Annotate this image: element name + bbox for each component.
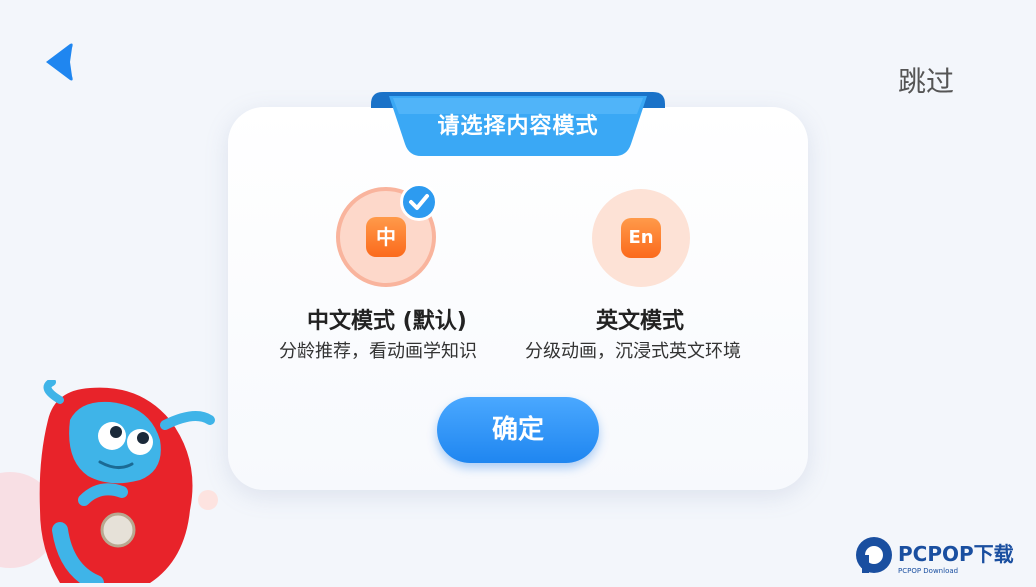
option-english-description: 分级动画，沉浸式英文环境 xyxy=(525,341,741,362)
dialog-title-ribbon: 请选择内容模式 xyxy=(369,90,667,158)
english-badge-icon: En xyxy=(621,218,661,258)
watermark-subtext: PCPOP Download xyxy=(898,567,958,575)
confirm-button[interactable]: 确定 xyxy=(437,397,599,463)
selected-check-icon xyxy=(400,183,438,221)
option-english-title: 英文模式 xyxy=(596,309,685,334)
back-arrow-icon xyxy=(46,43,73,81)
option-english-circle: En xyxy=(592,189,690,287)
pcpop-watermark: PCPOP下载 PCPOP Download xyxy=(854,533,1030,577)
chinese-badge-icon: 中 xyxy=(366,217,406,257)
mascot-illustration xyxy=(0,378,230,587)
option-chinese-title: 中文模式 (默认) xyxy=(307,309,467,334)
watermark-brand: PCPOP下载 xyxy=(898,542,1014,566)
dialog-title: 请选择内容模式 xyxy=(437,114,599,139)
skip-button[interactable]: 跳过 xyxy=(898,60,954,100)
option-chinese-mode[interactable]: 中 中文模式 (默认) 分龄推荐，看动画学知识 xyxy=(270,183,510,370)
option-english-mode[interactable]: En 英文模式 分级动画，沉浸式英文环境 xyxy=(520,185,770,370)
option-chinese-description: 分龄推荐，看动画学知识 xyxy=(279,341,477,362)
back-button[interactable] xyxy=(40,40,80,84)
